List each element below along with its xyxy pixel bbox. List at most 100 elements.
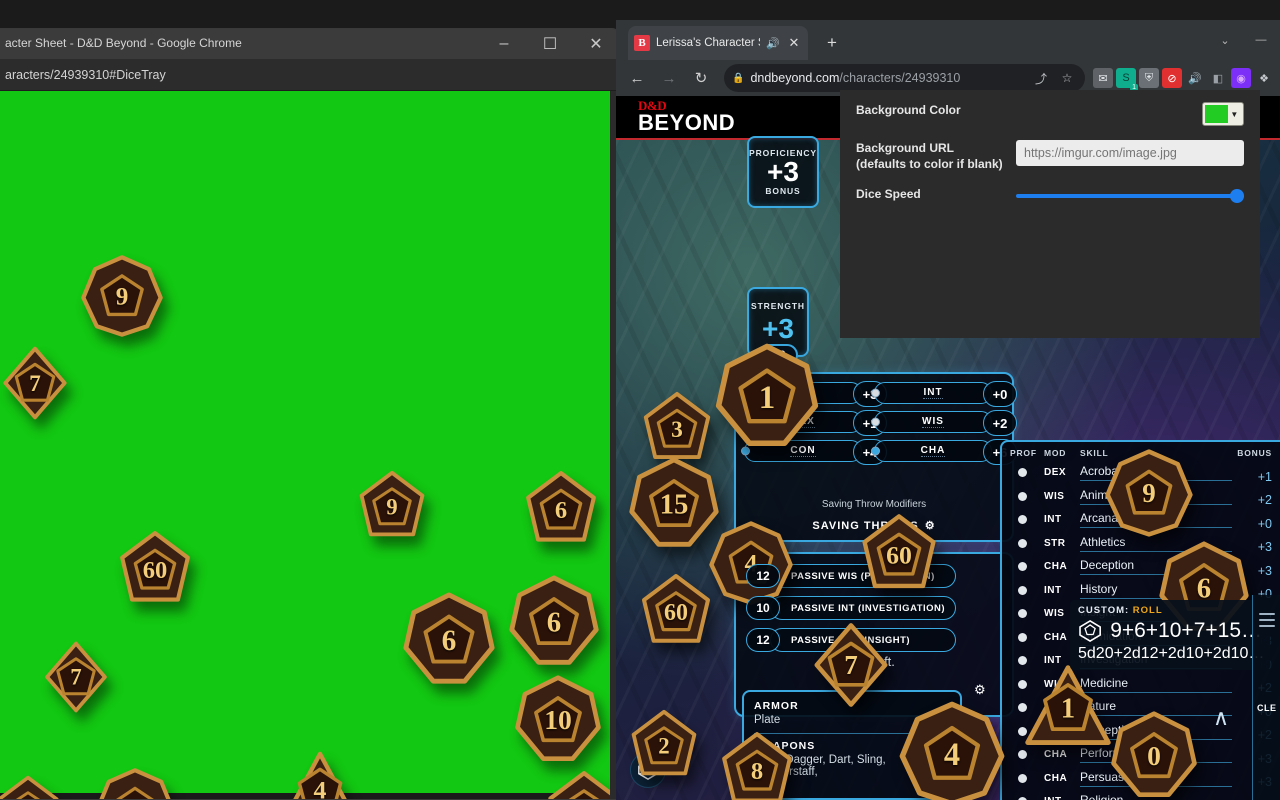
skill-proficiency-dot[interactable]: [1018, 656, 1027, 666]
skill-proficiency-dot[interactable]: [1018, 538, 1027, 548]
skill-row[interactable]: INT History +0: [1010, 579, 1272, 603]
dice-tray-rail[interactable]: CLE: [1252, 595, 1280, 800]
minimize-button[interactable]: –: [481, 29, 527, 59]
skill-proficiency-dot[interactable]: [1018, 750, 1027, 760]
skill-row[interactable]: INTReligion+0: [1010, 790, 1272, 800]
dice-tray-toggle-button[interactable]: [630, 752, 666, 788]
ability-strength-box[interactable]: STRENGTH +3 16: [747, 287, 809, 366]
skill-proficiency-dot[interactable]: [1018, 679, 1027, 689]
custom-roll-tooltip[interactable]: CUSTOM: ROLL 9+6+10+7+15… 5d20+2d12+2d10…: [1070, 600, 1270, 670]
background-url-input[interactable]: [1016, 140, 1244, 166]
new-tab-button[interactable]: +: [821, 32, 843, 54]
skill-row[interactable]: CHAPerformance+3: [1010, 743, 1272, 767]
saving-throw-wis[interactable]: WIS +2: [871, 410, 1017, 436]
slider-thumb[interactable]: [1230, 189, 1244, 204]
dice-tray-die[interactable]: 4: [277, 747, 363, 799]
saving-throws-panel[interactable]: STR+3 INT +0 DEX+1 WIS +2 CON+4CHA+6 Saving Th…: [734, 372, 1017, 542]
skill-name[interactable]: Acrobatics: [1080, 464, 1232, 482]
saving-throw-cha[interactable]: CHA+6: [871, 439, 1017, 465]
tab-audio-playing-icon[interactable]: 🔊: [766, 37, 780, 50]
background-browser-window[interactable]: acter Sheet - D&D Beyond - Google Chrome…: [0, 28, 620, 800]
close-button[interactable]: ✕: [573, 29, 619, 59]
skill-proficiency-dot[interactable]: [1018, 562, 1027, 572]
saving-throw-proficiency-dot[interactable]: [741, 388, 750, 398]
profile-avatar-icon[interactable]: ◉: [1231, 68, 1251, 88]
skill-name[interactable]: Medicine: [1080, 676, 1232, 693]
grammar-extension-icon[interactable]: S1: [1116, 68, 1138, 91]
saving-throw-proficiency-dot[interactable]: [741, 446, 750, 456]
dice-tray-die[interactable]: 9: [354, 469, 430, 545]
skill-row[interactable]: WISMedicine+2: [1010, 673, 1272, 697]
back-button[interactable]: ←: [622, 63, 652, 93]
background-color-swatch[interactable]: [1205, 105, 1228, 123]
dice-tray-die[interactable]: 0: [542, 769, 610, 799]
forward-button[interactable]: →: [654, 63, 684, 93]
dice-tray-die[interactable]: 7: [38, 639, 114, 715]
dice-tray-die[interactable]: 4: [94, 767, 176, 799]
browser-tab[interactable]: B Lerissa's Character Sheet - D 🔊 ✕: [628, 26, 808, 60]
saving-throw-str[interactable]: STR +3: [741, 381, 887, 407]
saving-throw-int[interactable]: INT +0: [871, 381, 1017, 407]
reload-button[interactable]: ↻: [686, 63, 716, 93]
background-color-picker[interactable]: ▼: [1202, 102, 1244, 126]
passive-sense-row[interactable]: 12 PASSIVE WIS (INSIGHT): [746, 628, 956, 652]
skill-name[interactable]: Animal Handling: [1080, 488, 1232, 505]
tab-search-chevron-down-icon[interactable]: ⌄: [1214, 29, 1236, 51]
skill-bonus[interactable]: +3: [1232, 540, 1272, 555]
saving-throw-con[interactable]: CON +4: [741, 439, 887, 465]
tab-close-icon[interactable]: ✕: [786, 35, 802, 51]
skill-bonus[interactable]: +3: [1232, 564, 1272, 579]
skill-row[interactable]: CHAPersuasion+3: [1010, 767, 1272, 791]
audio-mixer-extension-icon[interactable]: ◧: [1208, 68, 1228, 88]
saving-throw-proficiency-dot[interactable]: [871, 446, 880, 456]
skill-name[interactable]: Performance: [1080, 746, 1232, 764]
skill-name[interactable]: Religion: [1080, 793, 1232, 800]
gear-panel[interactable]: ARMOR Plate WEAPONS Light, Dagger, Dart,…: [742, 690, 962, 800]
saving-throw-proficiency-dot[interactable]: [871, 388, 880, 398]
dice-tray-die[interactable]: 6: [400, 591, 498, 689]
dice-tray-die[interactable]: 6: [520, 469, 602, 551]
saving-throw-dex[interactable]: DEX +1: [741, 410, 887, 436]
skill-name[interactable]: Deception: [1080, 558, 1232, 576]
skill-row[interactable]: INT Arcana +0: [1010, 508, 1272, 532]
passive-sense-row[interactable]: 10 PASSIVE INT (INVESTIGATION): [746, 596, 956, 620]
skill-bonus[interactable]: +0: [1232, 517, 1272, 532]
skill-proficiency-dot[interactable]: [1018, 609, 1027, 619]
volume-extension-icon[interactable]: 🔊: [1185, 68, 1205, 88]
skill-proficiency-dot[interactable]: [1018, 703, 1027, 713]
skill-bonus[interactable]: +1: [1232, 470, 1272, 485]
saving-throws-title[interactable]: SAVING THROWS ⚙: [736, 519, 1012, 533]
passive-sense-row[interactable]: 12 PASSIVE WIS (PERCEPTION): [746, 564, 956, 588]
saving-throw-proficiency-dot[interactable]: [741, 417, 750, 427]
mail-extension-icon[interactable]: ✉: [1093, 68, 1113, 88]
skill-name[interactable]: Athletics: [1080, 535, 1232, 552]
proficiency-bonus-box[interactable]: PROFICIENCY +3 BONUS: [747, 136, 819, 208]
background-window-titlebar[interactable]: acter Sheet - D&D Beyond - Google Chrome…: [0, 29, 619, 59]
dice-tray-die[interactable]: 10: [512, 674, 604, 766]
skill-proficiency-dot[interactable]: [1018, 726, 1027, 736]
skill-row[interactable]: CHA Deception +3: [1010, 555, 1272, 579]
skill-proficiency-dot[interactable]: [1018, 515, 1027, 525]
bookmark-star-icon[interactable]: ☆: [1057, 68, 1077, 88]
saving-throw-proficiency-dot[interactable]: [871, 417, 880, 427]
skill-proficiency-dot[interactable]: [1018, 585, 1027, 595]
skill-proficiency-dot[interactable]: [1018, 491, 1027, 501]
dice-tray-die[interactable]: 8: [0, 774, 64, 799]
share-icon[interactable]: ⤴: [1031, 68, 1051, 88]
collapse-chevron-up-icon[interactable]: ∧: [1200, 705, 1242, 731]
skill-bonus[interactable]: +2: [1232, 493, 1272, 508]
saving-throw-value[interactable]: +2: [983, 410, 1017, 436]
dice-tray-die[interactable]: 6: [506, 574, 602, 670]
dice-settings-overlay[interactable]: Background Color ▼ Background URL (defau…: [840, 90, 1260, 338]
saving-throws-gear-icon[interactable]: ⚙: [925, 519, 936, 532]
skill-name[interactable]: Persuasion: [1080, 770, 1232, 787]
skill-row[interactable]: WIS Animal Handling +2: [1010, 485, 1272, 509]
puzzle-extensions-icon[interactable]: ❖: [1254, 68, 1274, 88]
hamburger-icon[interactable]: [1259, 609, 1275, 631]
shield-extension-icon[interactable]: ⛨: [1139, 68, 1159, 88]
clear-dice-button[interactable]: CLE: [1257, 703, 1277, 713]
skill-row[interactable]: STR Athletics +3: [1010, 532, 1272, 556]
skill-proficiency-dot[interactable]: [1018, 468, 1027, 478]
address-bar[interactable]: 🔒 dndbeyond.com/characters/24939310 ⤴ ☆: [724, 64, 1085, 92]
dice-tray-die[interactable]: 9: [80, 254, 164, 338]
